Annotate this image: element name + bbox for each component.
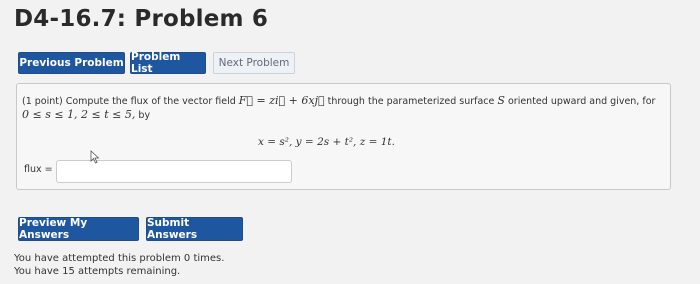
vector-field: F⃗ = zi⃗ + 6xj⃗ [238, 94, 325, 107]
parametrization-equation: x = s², y = 2s + t², z = 1t. [258, 136, 395, 148]
surface-symbol: S [497, 94, 505, 107]
attempts-remaining-text: You have 15 attempts remaining. [14, 266, 181, 277]
submit-answers-button[interactable]: Submit Answers [146, 217, 243, 241]
problem-statement: (1 point) Compute the flux of the vector… [22, 94, 662, 122]
attempted-count-text: You have attempted this problem 0 times. [14, 253, 225, 264]
preview-answers-button[interactable]: Preview My Answers [18, 217, 139, 241]
previous-problem-button[interactable]: Previous Problem [18, 52, 125, 74]
parameter-range: 0 ≤ s ≤ 1, 2 ≤ t ≤ 5, [22, 108, 136, 121]
problem-intro: (1 point) Compute the flux of the vector… [22, 96, 236, 107]
problem-by: by [138, 110, 151, 121]
mouse-cursor-icon [90, 150, 100, 164]
flux-label: flux = [24, 164, 53, 175]
problem-list-button[interactable]: Problem List [130, 51, 206, 75]
next-problem-button: Next Problem [213, 52, 295, 74]
attempts-status: You have attempted this problem 0 times.… [14, 252, 224, 278]
page-title: D4-16.7: Problem 6 [14, 6, 269, 32]
problem-orientation: oriented upward and given, for [507, 96, 656, 107]
problem-through: through the parameterized surface [327, 96, 495, 107]
